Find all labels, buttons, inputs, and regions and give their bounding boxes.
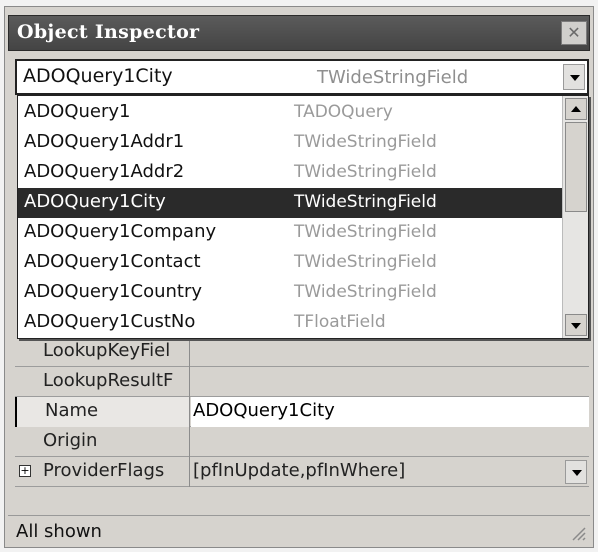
status-text: All shown: [16, 521, 102, 542]
scroll-thumb[interactable]: [565, 122, 587, 212]
selected-component-type: TWideStringField: [317, 67, 469, 88]
property-name: LookupKeyFiel: [15, 337, 190, 367]
component-type: TFloatField: [294, 312, 386, 332]
dropdown-item[interactable]: ADOQuery1Contact TWideStringField: [18, 248, 562, 278]
component-type: TWideStringField: [294, 192, 437, 212]
property-name: ProviderFlags: [15, 457, 190, 487]
dropdown-item[interactable]: ADOQuery1Country TWideStringField: [18, 278, 562, 308]
property-row[interactable]: LookupKeyFiel: [15, 337, 589, 367]
component-type: TWideStringField: [294, 252, 437, 272]
scroll-down-arrow-icon[interactable]: [565, 314, 587, 336]
dropdown-item[interactable]: ADOQuery1Company TWideStringField: [18, 218, 562, 248]
component-selector[interactable]: ADOQuery1City TWideStringField: [15, 59, 589, 95]
component-name: ADOQuery1Contact: [24, 251, 201, 272]
window-title: Object Inspector: [17, 21, 200, 43]
property-value[interactable]: [pfInUpdate,pfInWhere]: [191, 457, 589, 487]
component-name: ADOQuery1CustNo: [24, 311, 196, 332]
dropdown-item[interactable]: ADOQuery1Addr1 TWideStringField: [18, 128, 562, 158]
component-dropdown-list[interactable]: ADOQuery1 TADOQuery ADOQuery1Addr1 TWide…: [17, 95, 589, 339]
property-value[interactable]: [191, 337, 589, 367]
component-name: ADOQuery1Country: [24, 281, 203, 302]
component-name: ADOQuery1Company: [24, 221, 217, 242]
component-name: ADOQuery1Addr2: [24, 161, 185, 182]
title-bar[interactable]: Object Inspector ✕: [8, 15, 590, 51]
property-name: Origin: [15, 427, 190, 457]
property-row[interactable]: + ProviderFlags [pfInUpdate,pfInWhere]: [15, 457, 589, 487]
dropdown-arrow-icon[interactable]: [565, 460, 587, 484]
component-type: TWideStringField: [294, 282, 437, 302]
property-row[interactable]: LookupResultF: [15, 367, 589, 397]
resize-grip-icon[interactable]: [568, 523, 586, 541]
property-row[interactable]: Origin: [15, 427, 589, 457]
dropdown-item[interactable]: ADOQuery1CustNo TFloatField: [18, 308, 562, 338]
property-grid: LookupKeyFiel LookupResultF Name ADOQuer…: [15, 337, 589, 515]
scroll-up-arrow-icon[interactable]: [565, 98, 587, 120]
property-name: LookupResultF: [15, 367, 190, 397]
property-value-editor[interactable]: ADOQuery1City: [191, 397, 589, 427]
component-name: ADOQuery1Addr1: [24, 131, 185, 152]
dropdown-item[interactable]: ADOQuery1 TADOQuery: [18, 98, 562, 128]
component-name: ADOQuery1: [24, 101, 131, 122]
close-icon[interactable]: ✕: [561, 21, 587, 45]
component-name: ADOQuery1City: [24, 191, 166, 212]
selected-component-name: ADOQuery1City: [23, 65, 173, 87]
dropdown-scrollbar[interactable]: [562, 96, 588, 338]
dropdown-item[interactable]: ADOQuery1Addr2 TWideStringField: [18, 158, 562, 188]
dropdown-arrow-icon[interactable]: [563, 64, 585, 90]
component-type: TWideStringField: [294, 162, 437, 182]
property-value[interactable]: [191, 427, 589, 457]
property-row-selected[interactable]: Name ADOQuery1City: [15, 397, 589, 427]
property-name: Name: [15, 397, 190, 427]
component-type: TADOQuery: [294, 102, 393, 122]
component-type: TWideStringField: [294, 222, 437, 242]
component-type: TWideStringField: [294, 132, 437, 152]
object-inspector-window: Object Inspector ✕ ADOQuery1City TWideSt…: [4, 6, 594, 548]
dropdown-item-selected[interactable]: ADOQuery1City TWideStringField: [18, 188, 562, 218]
property-value[interactable]: [191, 367, 589, 397]
status-bar: All shown: [8, 515, 590, 545]
